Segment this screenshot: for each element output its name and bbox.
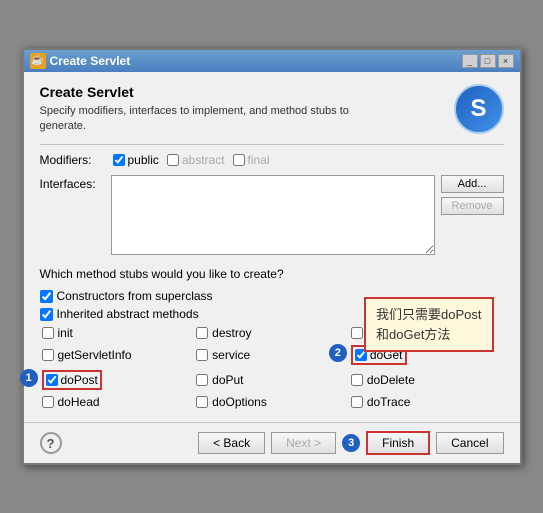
inherited-checkbox[interactable]	[40, 308, 53, 321]
header-section: Create Servlet Specify modifiers, interf…	[40, 84, 504, 135]
method-dotrace[interactable]: doTrace	[349, 394, 504, 410]
constructors-label: Constructors from superclass	[57, 289, 213, 303]
method-init-checkbox[interactable]	[42, 327, 54, 339]
method-getservletconfig-checkbox[interactable]	[351, 327, 363, 339]
method-dopost-label: doPost	[61, 373, 98, 387]
method-destroy[interactable]: destroy	[194, 325, 349, 341]
maximize-button[interactable]: □	[480, 54, 496, 68]
interfaces-section: Interfaces: Add... Remove	[40, 175, 504, 255]
header-text: Create Servlet Specify modifiers, interf…	[40, 84, 390, 135]
method-destroy-checkbox[interactable]	[196, 327, 208, 339]
annotation-1: 1	[20, 369, 38, 387]
modifier-public-checkbox[interactable]	[113, 154, 125, 166]
title-bar: ☕ Create Servlet _ □ ×	[24, 50, 520, 72]
interfaces-label: Interfaces:	[40, 175, 105, 255]
app-icon: ☕	[30, 53, 46, 69]
window-controls: _ □ ×	[462, 54, 514, 68]
methods-area: Which method stubs would you like to cre…	[40, 267, 504, 410]
method-doput-checkbox[interactable]	[196, 374, 208, 386]
constructors-checkbox[interactable]	[40, 290, 53, 303]
method-dohead[interactable]: doHead	[40, 394, 195, 410]
title-bar-left: ☕ Create Servlet	[30, 53, 131, 69]
page-description: Specify modifiers, interfaces to impleme…	[40, 104, 390, 135]
inherited-label: Inherited abstract methods	[57, 307, 199, 321]
add-interface-button[interactable]: Add...	[441, 175, 504, 193]
logo: S	[454, 84, 504, 134]
method-dooptions-checkbox[interactable]	[196, 396, 208, 408]
modifier-final-checkbox[interactable]	[233, 154, 245, 166]
modifiers-label: Modifiers:	[40, 153, 105, 167]
annotation-3: 3	[342, 434, 360, 452]
modifier-abstract[interactable]: abstract	[167, 153, 225, 167]
modifier-public[interactable]: public	[113, 153, 159, 167]
modifier-abstract-label: abstract	[182, 153, 225, 167]
method-service-checkbox[interactable]	[196, 349, 208, 361]
modifier-abstract-checkbox[interactable]	[167, 154, 179, 166]
modifier-public-label: public	[128, 153, 159, 167]
help-button[interactable]: ?	[40, 432, 62, 454]
method-init-label: init	[58, 326, 73, 340]
method-dotrace-label: doTrace	[367, 395, 411, 409]
footer-buttons: < Back Next > 3 Finish Cancel	[198, 431, 503, 455]
method-service-label: service	[212, 348, 250, 362]
method-dodelete-checkbox[interactable]	[351, 374, 363, 386]
tooltip-text: 我们只需要doPost和doGet方法	[376, 307, 481, 342]
interfaces-input[interactable]	[111, 175, 435, 255]
method-destroy-label: destroy	[212, 326, 251, 340]
back-button[interactable]: < Back	[198, 432, 265, 454]
dopost-highlight: doPost	[42, 370, 102, 390]
dialog-footer: ? < Back Next > 3 Finish Cancel	[24, 422, 520, 463]
create-servlet-dialog: ☕ Create Servlet _ □ × Create Servlet Sp…	[22, 48, 522, 466]
method-dodelete[interactable]: doDelete	[349, 369, 504, 391]
method-dopost[interactable]: 1 doPost	[40, 369, 195, 391]
method-init[interactable]: init	[40, 325, 195, 341]
method-dohead-checkbox[interactable]	[42, 396, 54, 408]
method-dopost-checkbox[interactable]	[46, 374, 58, 386]
method-dodelete-label: doDelete	[367, 373, 415, 387]
remove-interface-button[interactable]: Remove	[441, 197, 504, 215]
tooltip: 我们只需要doPost和doGet方法	[364, 297, 493, 352]
method-getservletinfo-label: getServletInfo	[58, 348, 132, 362]
method-getservletinfo[interactable]: getServletInfo	[40, 344, 195, 366]
method-dooptions-label: doOptions	[212, 395, 267, 409]
method-dooptions[interactable]: doOptions	[194, 394, 349, 410]
modifier-final-label: final	[248, 153, 270, 167]
modifier-final[interactable]: final	[233, 153, 270, 167]
modifiers-row: Modifiers: public abstract final	[40, 153, 504, 167]
method-service[interactable]: service	[194, 344, 349, 366]
close-button[interactable]: ×	[498, 54, 514, 68]
next-button[interactable]: Next >	[271, 432, 336, 454]
method-dotrace-checkbox[interactable]	[351, 396, 363, 408]
finish-button[interactable]: Finish	[366, 431, 430, 455]
method-doput-label: doPut	[212, 373, 243, 387]
divider-1	[40, 144, 504, 145]
interfaces-buttons: Add... Remove	[441, 175, 504, 255]
methods-question: Which method stubs would you like to cre…	[40, 267, 504, 281]
cancel-button[interactable]: Cancel	[436, 432, 503, 454]
page-title: Create Servlet	[40, 84, 390, 100]
method-dohead-label: doHead	[58, 395, 100, 409]
minimize-button[interactable]: _	[462, 54, 478, 68]
method-doput[interactable]: doPut	[194, 369, 349, 391]
method-getservletinfo-checkbox[interactable]	[42, 349, 54, 361]
dialog-content: Create Servlet Specify modifiers, interf…	[24, 72, 520, 423]
window-title: Create Servlet	[50, 54, 131, 68]
